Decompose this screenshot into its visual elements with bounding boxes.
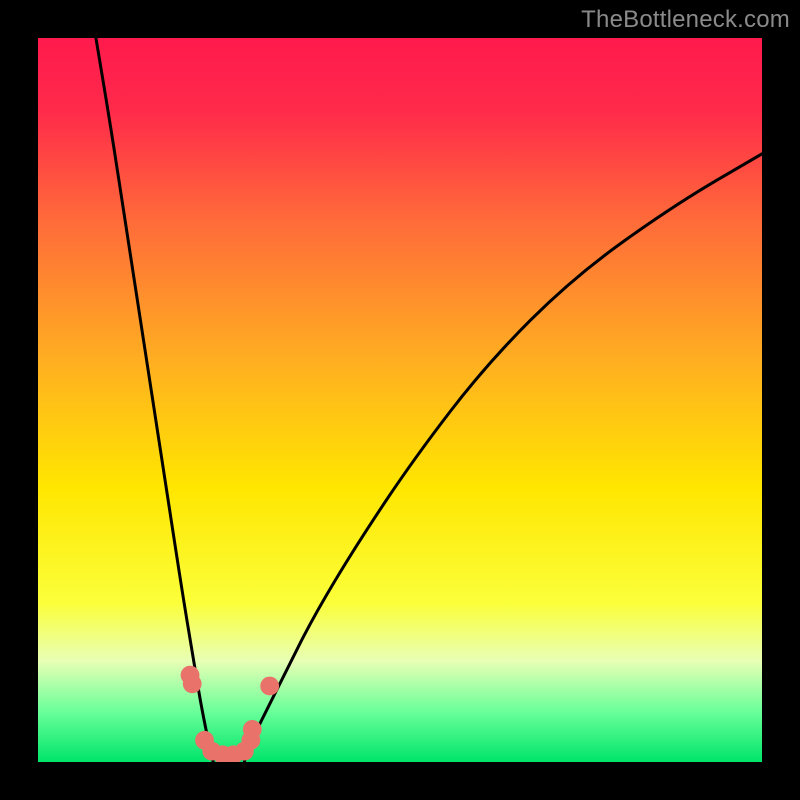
series-right-curve xyxy=(244,154,762,762)
marker-1 xyxy=(183,674,202,693)
attribution-label: TheBottleneck.com xyxy=(581,6,790,34)
marker-9 xyxy=(260,677,279,696)
plot-area xyxy=(38,38,762,762)
chart-svg xyxy=(38,38,762,762)
frame: TheBottleneck.com xyxy=(0,0,800,800)
series-left-curve xyxy=(96,38,213,762)
marker-8 xyxy=(243,720,262,739)
